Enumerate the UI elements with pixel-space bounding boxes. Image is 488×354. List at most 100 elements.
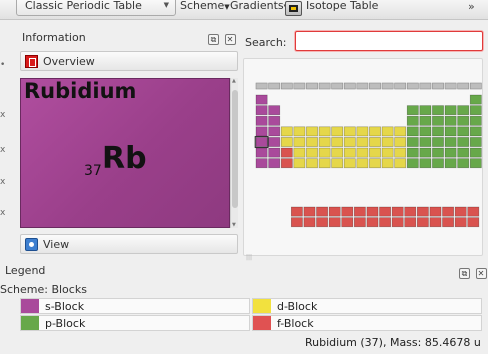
element-cell <box>316 206 328 217</box>
element-cell <box>356 158 369 169</box>
element-cell <box>369 126 381 137</box>
legend-item-d-block: d-Block <box>252 298 482 314</box>
element-cell <box>255 158 268 169</box>
float-icon[interactable]: ⧉ <box>208 34 219 45</box>
edge-mark: x <box>0 110 6 120</box>
element-cell <box>416 217 429 228</box>
element-cell <box>379 217 391 228</box>
element-cell <box>406 137 419 147</box>
group-header-cell <box>293 82 306 90</box>
element-cell <box>429 217 442 228</box>
element-cell <box>457 105 470 116</box>
legend-item-s-block: s-Block <box>20 298 250 314</box>
element-cell <box>444 126 457 137</box>
close-icon[interactable]: ✕ <box>475 268 487 279</box>
element-cell <box>432 137 444 147</box>
element-cell <box>303 206 316 217</box>
element-cell <box>328 206 341 217</box>
view-label: View <box>43 238 70 251</box>
close-icon[interactable]: ✕ <box>224 34 236 45</box>
element-cell <box>318 126 331 137</box>
element-cell <box>255 147 268 158</box>
element-cell <box>306 126 318 137</box>
isotope-table-icon[interactable] <box>285 1 302 16</box>
table-select-value: Classic Periodic Table <box>25 0 142 12</box>
legend-label: s-Block <box>45 300 85 313</box>
view-section-button[interactable]: View <box>20 234 238 254</box>
element-cell <box>293 126 306 137</box>
element-cell <box>467 217 480 228</box>
isotope-table-button[interactable]: Isotope Table <box>306 0 378 12</box>
element-cell <box>432 115 444 126</box>
toolbar-overflow-button[interactable]: » <box>468 0 475 13</box>
element-cell <box>406 147 419 158</box>
group-header-cell <box>268 82 281 90</box>
element-cell <box>268 147 281 158</box>
legend-title: Legend <box>5 264 46 277</box>
legend-swatch <box>21 316 39 330</box>
scheme-menu-label: Scheme <box>180 0 225 12</box>
element-cell <box>353 217 366 228</box>
element-cell <box>406 105 419 116</box>
element-cell <box>306 147 318 158</box>
table-select[interactable]: Classic Periodic Table ▼ <box>16 0 176 16</box>
element-cell <box>341 217 354 228</box>
chevron-down-icon: ▼ <box>224 3 230 11</box>
element-cell <box>293 137 306 147</box>
element-cell <box>379 206 391 217</box>
periodic-table-view[interactable] <box>243 58 483 256</box>
element-cell <box>331 147 344 158</box>
splitter-grip[interactable]: ||| <box>246 254 252 261</box>
element-cell <box>290 206 303 217</box>
float-icon[interactable]: ⧉ <box>459 268 470 279</box>
scroll-down-icon[interactable]: ▼ <box>232 222 236 228</box>
edge-mark: x <box>0 177 6 187</box>
element-cell <box>457 126 470 137</box>
overview-icon <box>25 55 38 68</box>
legend-label: p-Block <box>45 317 86 330</box>
edge-mark: x <box>0 145 6 155</box>
group-header-cell <box>331 82 344 90</box>
scheme-menu[interactable]: Scheme▼ <box>180 0 230 12</box>
element-cell <box>381 126 394 137</box>
periodic-table-graphic[interactable] <box>244 59 484 257</box>
element-cell <box>406 115 419 126</box>
element-cell <box>419 147 432 158</box>
scrollbar-thumb[interactable] <box>232 90 238 208</box>
element-cell <box>331 137 344 147</box>
search-input[interactable] <box>295 31 483 51</box>
gradients-menu[interactable]: Gradients▼ <box>230 0 289 12</box>
element-cell <box>318 137 331 147</box>
element-cell <box>444 115 457 126</box>
overview-label: Overview <box>43 55 95 68</box>
element-cell <box>356 137 369 147</box>
element-cell <box>366 217 379 228</box>
dock-buttons: ⧉ ✕ <box>206 32 236 45</box>
element-cell <box>280 137 293 147</box>
view-icon <box>25 238 38 251</box>
element-cell <box>381 147 394 158</box>
element-cell <box>457 115 470 126</box>
group-header-cell <box>381 82 394 90</box>
element-cell <box>432 126 444 137</box>
element-cell <box>255 126 268 137</box>
group-header-cell <box>356 82 369 90</box>
element-cell <box>356 147 369 158</box>
element-cell <box>306 137 318 147</box>
legend-label: f-Block <box>277 317 314 330</box>
element-cell <box>366 206 379 217</box>
element-cell <box>293 158 306 169</box>
element-cell <box>419 137 432 147</box>
element-cell <box>429 206 442 217</box>
group-header-cell <box>432 82 444 90</box>
element-cell <box>406 126 419 137</box>
element-cell <box>268 158 281 169</box>
edge-mark: x <box>0 208 6 218</box>
group-header-cell <box>444 82 457 90</box>
element-cell <box>394 126 407 137</box>
element-cell <box>331 126 344 137</box>
element-cell <box>280 126 293 137</box>
overview-scrollbar[interactable]: ▲ ▼ <box>230 78 238 228</box>
overview-section-button[interactable]: Overview <box>20 51 238 71</box>
scroll-up-icon[interactable]: ▲ <box>232 78 236 84</box>
